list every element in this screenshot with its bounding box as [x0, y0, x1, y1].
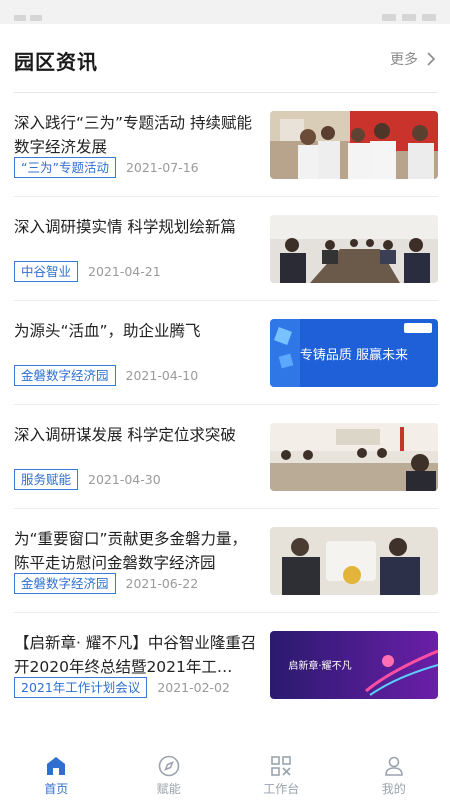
meeting-photo-icon — [270, 111, 438, 179]
news-title: 为“重要窗口”贡献更多金磐力量，陈平走访慰问金磐数字经济园 — [14, 530, 248, 572]
news-item[interactable]: 为源头“活血”，助企业腾飞 金磐数字经济园 2021-04-10 专铸品质 服赢… — [14, 300, 438, 404]
news-title: 【启新章· 耀不凡】中谷智业隆重召开2020年终总结暨2021年工… — [14, 634, 257, 676]
banner-text: 启新章·耀不凡 — [288, 659, 351, 672]
news-thumbnail: 专铸品质 服赢未来 — [270, 319, 438, 387]
user-icon — [384, 756, 403, 776]
news-item[interactable]: 【启新章· 耀不凡】中谷智业隆重召开2020年终总结暨2021年工… 2021年… — [14, 612, 438, 716]
conference-photo-icon — [270, 423, 438, 491]
news-tag: 2021年工作计划会议 — [14, 677, 148, 698]
chevron-right-icon — [427, 52, 436, 66]
news-item[interactable]: 深入调研谋发展 科学定位求突破 服务赋能 2021-04-30 — [14, 404, 438, 508]
grid-icon — [271, 756, 292, 776]
news-meta: 金磐数字经济园 2021-06-22 — [14, 573, 198, 594]
bottom-tab-bar: 首页 赋能 工作台 我的 — [0, 744, 450, 800]
news-thumbnail: 启新章·耀不凡 — [270, 631, 438, 699]
tab-workbench[interactable]: 工作台 — [225, 744, 338, 800]
tab-label: 我的 — [381, 782, 406, 796]
news-item[interactable]: 为“重要窗口”贡献更多金磐力量，陈平走访慰问金磐数字经济园 金磐数字经济园 20… — [14, 508, 438, 612]
more-label: 更多 — [390, 52, 418, 68]
compass-icon — [158, 755, 180, 777]
news-date: 2021-06-22 — [125, 576, 199, 591]
news-title: 深入调研摸实情 科学规划绘新篇 — [14, 218, 236, 236]
news-thumbnail — [270, 423, 438, 491]
news-thumbnail — [270, 215, 438, 283]
status-bar — [0, 0, 450, 24]
news-date: 2021-04-10 — [125, 368, 199, 383]
news-thumbnail — [270, 111, 438, 179]
visit-photo-icon — [270, 527, 438, 595]
tab-label: 赋能 — [156, 782, 181, 796]
banner-graphic-icon: 启新章·耀不凡 — [270, 631, 438, 699]
news-title: 深入调研谋发展 科学定位求突破 — [14, 426, 236, 444]
news-date: 2021-07-16 — [125, 160, 199, 175]
news-meta: 服务赋能 2021-04-30 — [14, 469, 161, 490]
more-link[interactable]: 更多 — [390, 49, 438, 69]
news-title: 深入践行“三为”专题活动 持续赋能数字经济发展 — [14, 114, 252, 156]
news-meta: 2021年工作计划会议 2021-02-02 — [14, 677, 230, 698]
news-tag: 服务赋能 — [14, 469, 79, 490]
tab-label: 工作台 — [263, 782, 300, 796]
news-meta: 金磐数字经济园 2021-04-10 — [14, 365, 198, 386]
tab-home[interactable]: 首页 — [0, 744, 113, 800]
news-meta: 中谷智业 2021-04-21 — [14, 261, 161, 282]
page-title: 园区资讯 — [14, 50, 98, 74]
news-date: 2021-04-30 — [88, 472, 161, 487]
home-icon — [47, 757, 66, 775]
news-tag: 中谷智业 — [14, 261, 79, 282]
tab-empower[interactable]: 赋能 — [113, 744, 226, 800]
news-tag: 金磐数字经济园 — [14, 573, 116, 594]
news-list: 深入践行“三为”专题活动 持续赋能数字经济发展 “三为”专题活动 2021-07… — [14, 92, 438, 716]
tab-label: 首页 — [44, 782, 69, 796]
header: 园区资讯 更多 — [0, 24, 450, 92]
tab-mine[interactable]: 我的 — [338, 744, 450, 800]
news-tag: 金磐数字经济园 — [14, 365, 116, 386]
news-tag: “三为”专题活动 — [14, 157, 116, 178]
news-title: 为源头“活血”，助企业腾飞 — [14, 322, 201, 340]
news-date: 2021-04-21 — [88, 264, 161, 279]
status-indicators-right — [376, 6, 436, 21]
news-date: 2021-02-02 — [157, 680, 230, 695]
status-indicators-left — [14, 6, 48, 21]
banner-graphic-icon: 专铸品质 服赢未来 — [270, 319, 438, 387]
news-thumbnail — [270, 527, 438, 595]
banner-text: 专铸品质 服赢未来 — [300, 347, 408, 363]
news-item[interactable]: 深入践行“三为”专题活动 持续赋能数字经济发展 “三为”专题活动 2021-07… — [14, 92, 438, 196]
news-meta: “三为”专题活动 2021-07-16 — [14, 157, 199, 178]
conference-photo-icon — [270, 215, 438, 283]
news-item[interactable]: 深入调研摸实情 科学规划绘新篇 中谷智业 2021-04-21 — [14, 196, 438, 300]
